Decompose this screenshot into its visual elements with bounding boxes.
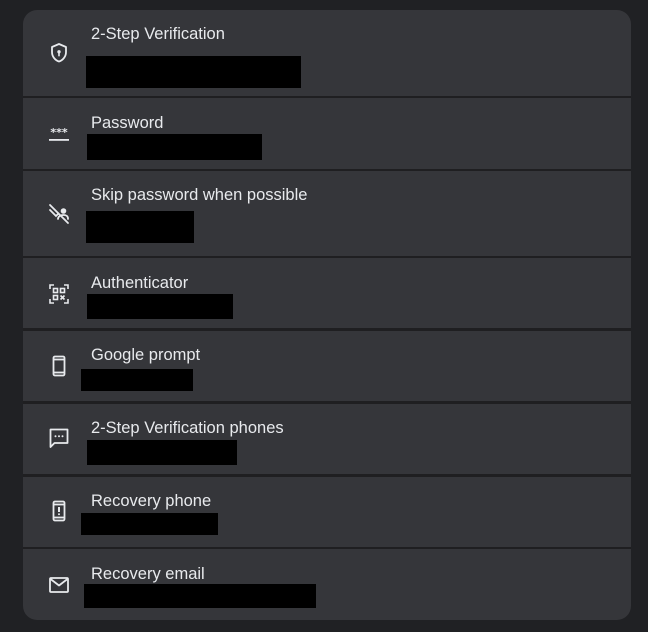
item-label: Authenticator [91, 274, 189, 292]
page: 2-Step Verification *** Password Skip pa… [0, 0, 648, 632]
security-item-google-prompt[interactable]: Google prompt [23, 331, 631, 401]
shield-lock-icon [47, 41, 71, 65]
redacted-value [81, 513, 218, 535]
passkey-icon [47, 202, 71, 226]
security-settings-card: 2-Step Verification *** Password Skip pa… [23, 10, 631, 620]
redacted-value [86, 211, 194, 243]
mail-icon [47, 573, 71, 597]
item-label: 2-Step Verification phones [91, 419, 284, 437]
svg-text:***: *** [50, 126, 68, 139]
security-item-2sv-phones[interactable]: 2-Step Verification phones [23, 404, 631, 474]
redacted-value [87, 294, 233, 319]
redacted-value [87, 440, 237, 465]
redacted-value [86, 56, 301, 88]
security-item-2-step-verification[interactable]: 2-Step Verification [23, 10, 631, 96]
security-item-password[interactable]: *** Password [23, 98, 631, 169]
qr-scan-icon [47, 282, 71, 306]
item-label: Skip password when possible [91, 186, 308, 204]
smartphone-icon [47, 354, 71, 378]
redacted-value [84, 584, 316, 608]
item-label: Google prompt [91, 346, 201, 364]
item-label: Recovery email [91, 565, 205, 583]
security-item-recovery-phone[interactable]: Recovery phone [23, 477, 631, 547]
sms-message-icon [47, 426, 71, 450]
phone-alert-icon [47, 499, 71, 523]
security-item-recovery-email[interactable]: Recovery email [23, 549, 631, 620]
password-dots-icon: *** [47, 122, 71, 146]
item-label: Recovery phone [91, 492, 212, 510]
security-item-authenticator[interactable]: Authenticator [23, 258, 631, 328]
item-label: Password [91, 114, 164, 132]
redacted-value [87, 134, 262, 160]
item-label: 2-Step Verification [91, 25, 225, 43]
redacted-value [81, 369, 193, 391]
security-item-skip-password[interactable]: Skip password when possible [23, 171, 631, 256]
